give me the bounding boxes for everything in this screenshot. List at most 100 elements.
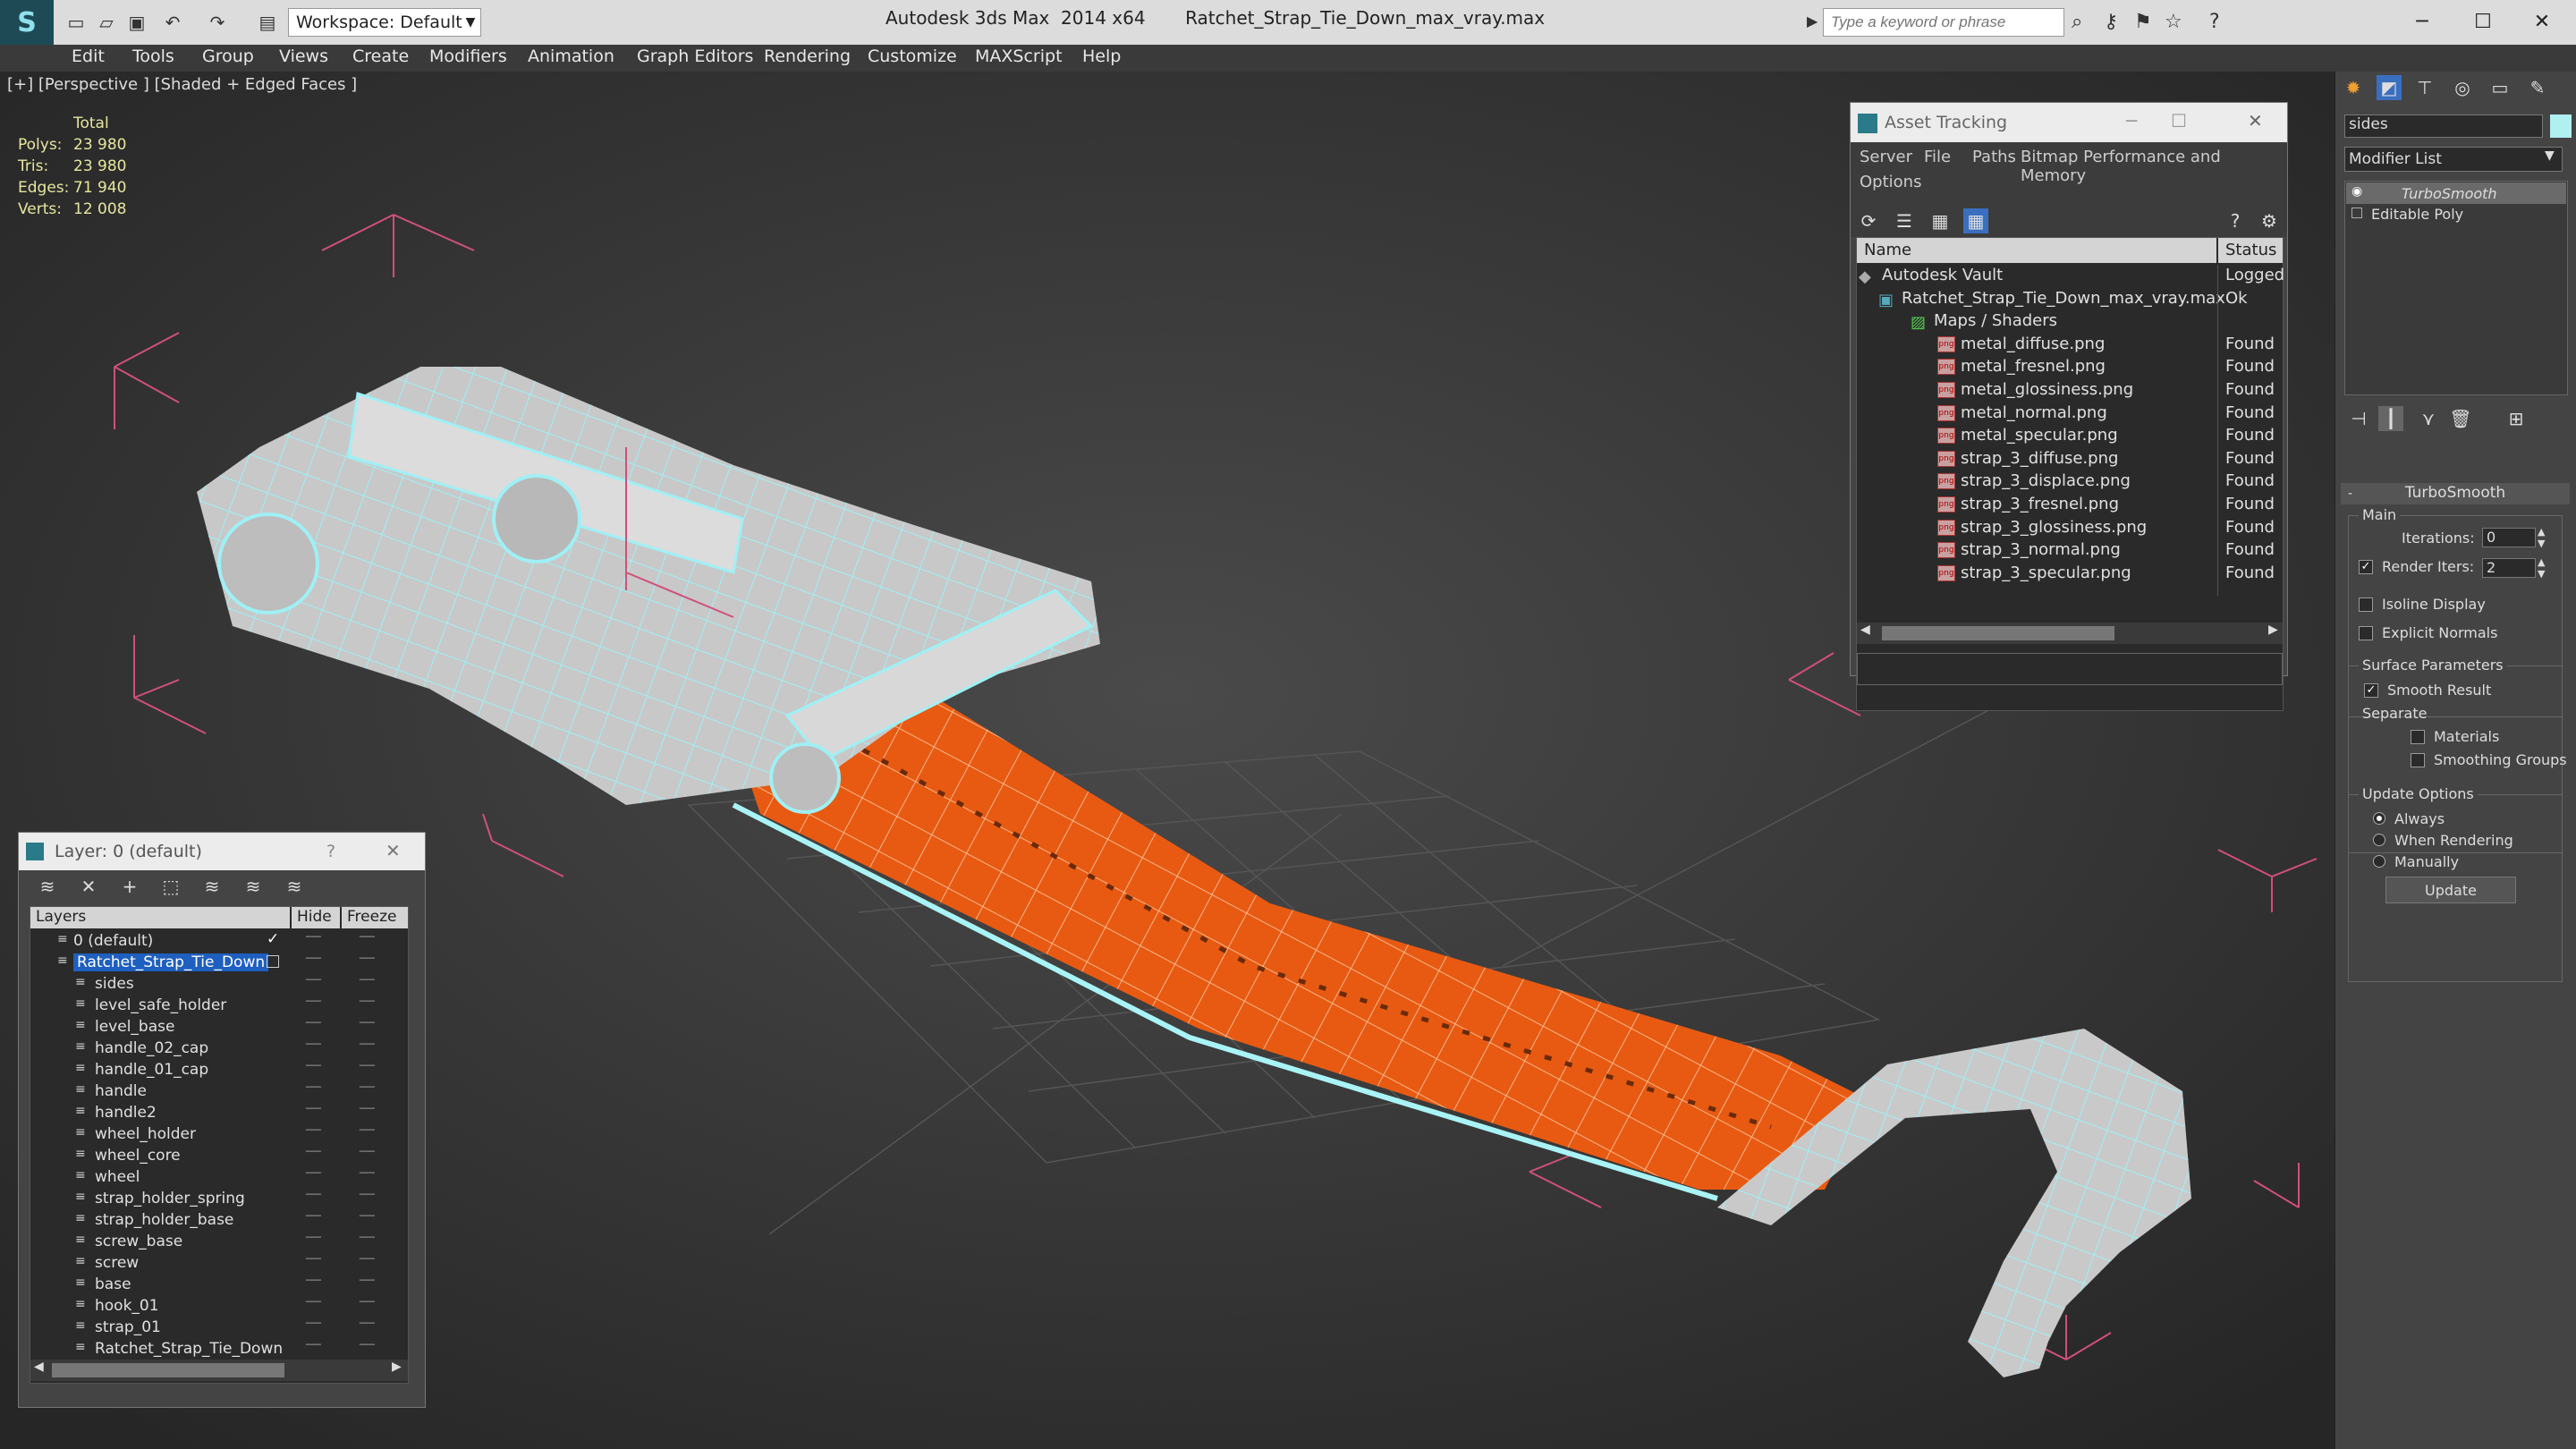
hide-toggle[interactable]: ── bbox=[306, 1038, 321, 1052]
menu-rendering[interactable]: Rendering bbox=[764, 47, 851, 66]
layer-row[interactable]: ≡ screw_base ── ── bbox=[30, 1231, 408, 1252]
modifier-list-dropdown[interactable]: Modifier List bbox=[2344, 147, 2563, 172]
hide-toggle[interactable]: ── bbox=[306, 1102, 321, 1116]
hide-toggle[interactable]: ── bbox=[306, 1274, 321, 1288]
modify-tab-icon[interactable]: ◩ bbox=[2377, 75, 2402, 100]
hide-toggle[interactable]: ── bbox=[306, 1252, 321, 1267]
lightbulb-icon[interactable]: ◉ bbox=[2351, 184, 2362, 199]
asset-path-field[interactable] bbox=[1857, 653, 2283, 685]
freeze-toggle[interactable]: ── bbox=[360, 952, 375, 966]
minimize-button[interactable]: ─ bbox=[2126, 110, 2137, 131]
column-header-freeze[interactable]: Freeze bbox=[342, 907, 408, 928]
menu-server[interactable]: Server bbox=[1860, 148, 1912, 166]
freeze-toggle[interactable]: ── bbox=[360, 1317, 375, 1331]
asset-row[interactable]: png metal_fresnel.png Found bbox=[1857, 356, 2283, 379]
key-icon[interactable]: ⚷ bbox=[2104, 11, 2118, 33]
layer-row[interactable]: ≡ handle ── ── bbox=[30, 1080, 408, 1102]
freeze-toggle[interactable]: ── bbox=[360, 973, 375, 987]
asset-row[interactable]: ◆ Autodesk Vault Logged bbox=[1857, 265, 2284, 288]
menu-graph-editors[interactable]: Graph Editors bbox=[637, 47, 753, 66]
layer-row[interactable]: ≡ wheel ── ── bbox=[30, 1166, 408, 1188]
menu-views[interactable]: Views bbox=[279, 47, 328, 66]
turbosmooth-rollout-header[interactable]: TurboSmooth bbox=[2341, 483, 2570, 504]
freeze-toggle[interactable]: ── bbox=[360, 1295, 375, 1309]
maximize-button[interactable]: ☐ bbox=[2456, 5, 2510, 38]
asset-row[interactable]: png strap_3_displace.png Found bbox=[1857, 470, 2283, 494]
help-icon[interactable]: ? bbox=[2209, 11, 2220, 33]
spinner-arrows-icon[interactable]: ▲ ▼ bbox=[2538, 526, 2545, 549]
highlight-layer-icon[interactable]: ≋ bbox=[199, 874, 225, 899]
layer-row[interactable]: ≡ handle_01_cap ── ── bbox=[30, 1059, 408, 1080]
scroll-right-icon[interactable]: ▶ bbox=[2268, 623, 2278, 637]
scroll-left-icon[interactable]: ◀ bbox=[34, 1360, 44, 1374]
search-input[interactable] bbox=[1823, 8, 2064, 37]
freeze-toggle[interactable]: ── bbox=[360, 1102, 375, 1116]
menu-paths[interactable]: Paths bbox=[1972, 148, 2016, 166]
collapse-icon[interactable]: - bbox=[2348, 487, 2352, 501]
hide-toggle[interactable]: ── bbox=[306, 1231, 321, 1245]
hide-all-icon[interactable]: ≋ bbox=[241, 874, 266, 899]
spinner-arrows-icon[interactable]: ▲ ▼ bbox=[2538, 556, 2545, 580]
hide-toggle[interactable]: ── bbox=[306, 1188, 321, 1202]
hide-toggle[interactable]: ── bbox=[306, 995, 321, 1009]
smoothing-groups-checkbox[interactable] bbox=[2411, 753, 2425, 767]
redo-icon[interactable]: ↷ bbox=[206, 11, 229, 34]
menu-maxscript[interactable]: MAXScript bbox=[975, 47, 1063, 66]
delete-icon[interactable]: ✕ bbox=[76, 874, 101, 899]
manually-radio[interactable] bbox=[2373, 855, 2385, 868]
freeze-toggle[interactable]: ── bbox=[360, 1016, 375, 1030]
hide-toggle[interactable]: ── bbox=[306, 1338, 321, 1352]
communication-icon[interactable]: ⚑ bbox=[2134, 11, 2152, 33]
star-icon[interactable]: ☆ bbox=[2165, 11, 2182, 33]
menu-modifiers[interactable]: Modifiers bbox=[429, 47, 507, 66]
list-icon[interactable]: ☰ bbox=[1892, 208, 1917, 233]
settings-icon[interactable]: ⚙ bbox=[2257, 208, 2282, 233]
layer-row[interactable]: ≡ Ratchet_Strap_Tie_Down ── ── bbox=[30, 952, 408, 973]
help-icon[interactable]: ? bbox=[2223, 208, 2248, 233]
menu-file[interactable]: File bbox=[1924, 148, 1951, 166]
hide-toggle[interactable]: ── bbox=[306, 1295, 321, 1309]
thumbnail-icon[interactable]: ▦ bbox=[1928, 208, 1953, 233]
menu-customize[interactable]: Customize bbox=[868, 47, 957, 66]
object-name-field[interactable]: sides bbox=[2344, 114, 2543, 138]
workspace-dropdown[interactable]: Workspace: Default bbox=[288, 8, 481, 37]
binoculars-icon[interactable]: ⌕ bbox=[2072, 11, 2082, 33]
freeze-toggle[interactable]: ── bbox=[360, 1338, 375, 1352]
hide-toggle[interactable]: ── bbox=[306, 1209, 321, 1224]
select-objects-icon[interactable]: ⬚ bbox=[158, 874, 183, 899]
hide-toggle[interactable]: ── bbox=[306, 952, 321, 966]
render-iters-spinner[interactable]: 2 bbox=[2482, 558, 2536, 578]
app-logo-icon[interactable]: S bbox=[0, 0, 54, 45]
configure-modifier-sets-icon[interactable]: ⊞ bbox=[2504, 406, 2529, 431]
freeze-toggle[interactable]: ── bbox=[360, 1231, 375, 1245]
display-tab-icon[interactable]: ▭ bbox=[2487, 75, 2512, 100]
freeze-toggle[interactable]: ── bbox=[360, 930, 375, 945]
layer-row[interactable]: ≡ wheel_core ── ── bbox=[30, 1145, 408, 1166]
hide-toggle[interactable]: ── bbox=[306, 1059, 321, 1073]
layer-row[interactable]: ≡ strap_holder_base ── ── bbox=[30, 1209, 408, 1231]
create-tab-icon[interactable]: ✹ bbox=[2341, 75, 2366, 100]
column-header-status[interactable]: Status bbox=[2218, 238, 2283, 263]
open-file-icon[interactable]: ▱ bbox=[95, 11, 118, 34]
project-folder-icon[interactable]: ▤ bbox=[256, 11, 279, 34]
menu-options[interactable]: Options bbox=[1860, 173, 1921, 191]
layer-row[interactable]: ≡ handle2 ── ── bbox=[30, 1102, 408, 1123]
layer-row[interactable]: ≡ 0 (default) ✓ ── ── bbox=[30, 930, 408, 952]
help-icon[interactable]: ? bbox=[326, 842, 335, 861]
update-button[interactable]: Update bbox=[2385, 877, 2516, 903]
make-unique-icon[interactable]: ⋎ bbox=[2416, 406, 2441, 431]
new-file-icon[interactable]: ▭ bbox=[64, 11, 88, 34]
freeze-toggle[interactable]: ── bbox=[360, 1209, 375, 1224]
freeze-toggle[interactable]: ── bbox=[360, 1145, 375, 1159]
hide-toggle[interactable]: ── bbox=[306, 930, 321, 945]
asset-row[interactable]: png metal_specular.png Found bbox=[1857, 425, 2283, 448]
asset-row[interactable]: png strap_3_glossiness.png Found bbox=[1857, 517, 2283, 540]
asset-row[interactable]: png strap_3_diffuse.png Found bbox=[1857, 448, 2283, 471]
play-icon[interactable]: ▶ bbox=[1807, 13, 1818, 30]
menu-help[interactable]: Help bbox=[1082, 47, 1121, 66]
layer-row[interactable]: ≡ Ratchet_Strap_Tie_Down ── ── bbox=[30, 1338, 408, 1360]
hierarchy-tab-icon[interactable]: ⊤ bbox=[2412, 75, 2437, 100]
asset-row[interactable]: png metal_normal.png Found bbox=[1857, 402, 2283, 426]
freeze-toggle[interactable]: ── bbox=[360, 1274, 375, 1288]
table-view-icon[interactable]: ▦ bbox=[1963, 208, 1988, 233]
